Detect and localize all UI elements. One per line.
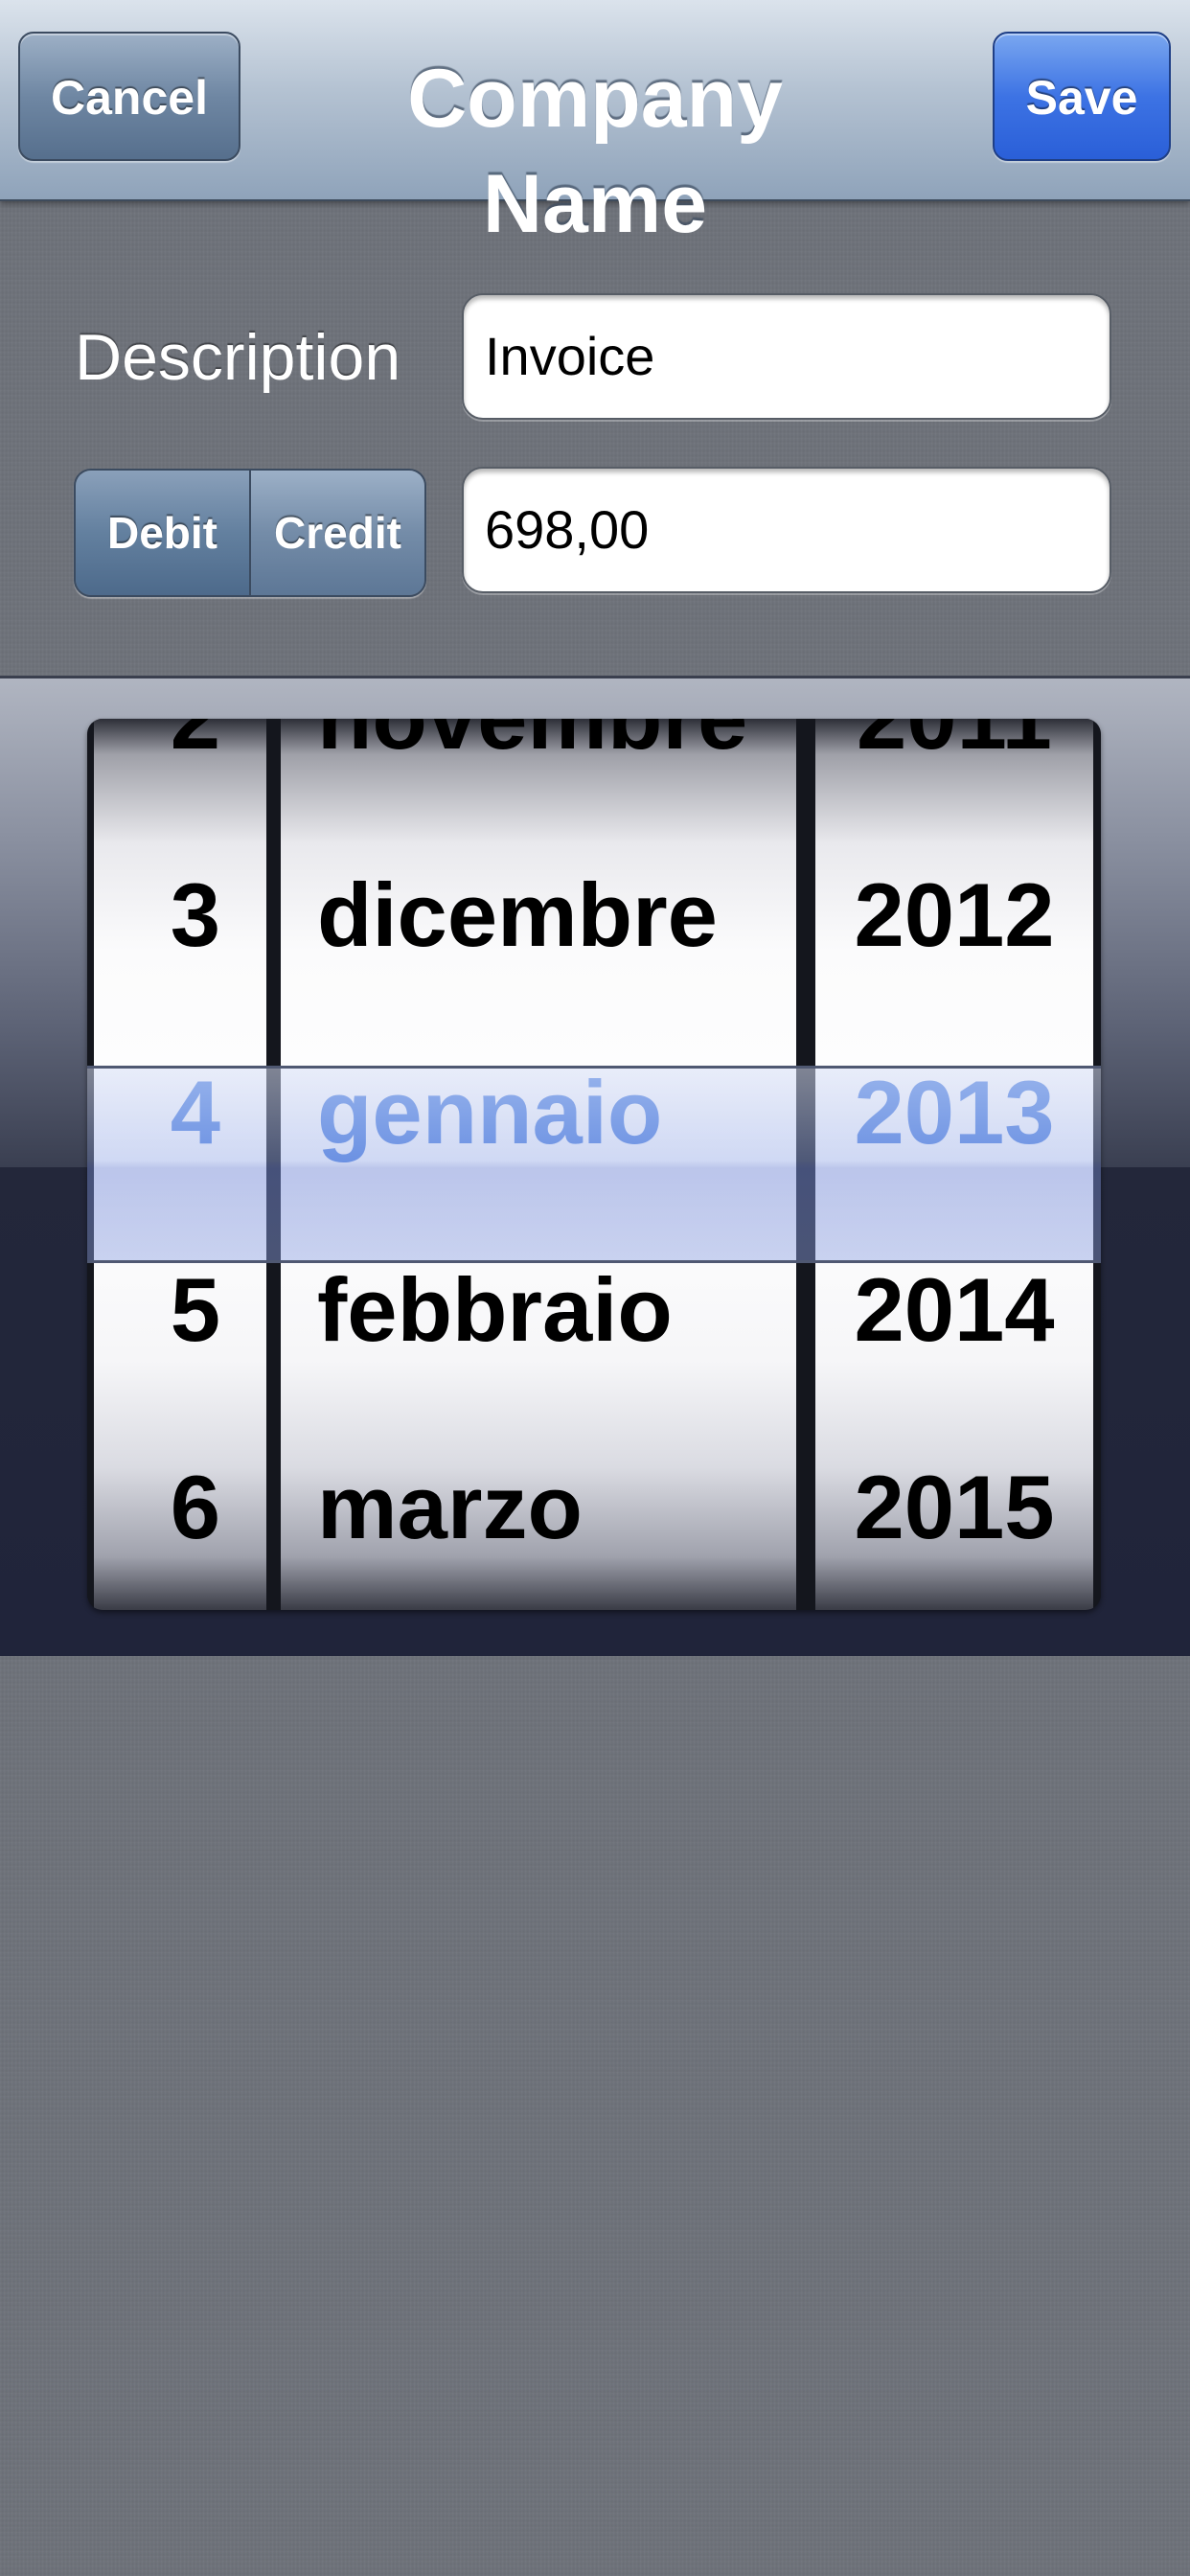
debit-credit-segmented-control: Debit Credit (74, 469, 426, 597)
cancel-button[interactable]: Cancel (18, 32, 240, 161)
page-title: Company Name (407, 53, 783, 250)
day-option-selected[interactable]: 4 (94, 1014, 266, 1211)
month-option[interactable]: dicembre (281, 816, 796, 1014)
day-option[interactable]: 5 (94, 1211, 266, 1409)
year-option-selected[interactable]: 2013 (815, 1014, 1093, 1211)
description-label: Description (75, 321, 401, 394)
year-wheel[interactable]: 2011 2012 2013 2014 2015 (815, 719, 1093, 1610)
year-option[interactable]: 2014 (815, 1211, 1093, 1409)
month-option[interactable]: febbraio (281, 1211, 796, 1409)
day-wheel[interactable]: 2 3 4 5 6 (94, 719, 266, 1610)
month-option[interactable]: marzo (281, 1409, 796, 1606)
navigation-bar: Cancel Company Name Save (0, 0, 1190, 250)
description-field[interactable]: Invoice (462, 293, 1111, 420)
month-option-selected[interactable]: gennaio (281, 1014, 796, 1211)
year-option[interactable]: 2011 (815, 719, 1093, 816)
year-option[interactable]: 2012 (815, 816, 1093, 1014)
month-wheel[interactable]: novembre dicembre gennaio febbraio marzo (281, 719, 796, 1610)
day-option[interactable]: 3 (94, 816, 266, 1014)
month-option[interactable]: novembre (281, 719, 796, 816)
segment-debit[interactable]: Debit (76, 471, 251, 595)
save-button[interactable]: Save (993, 32, 1171, 161)
date-picker: 2 3 4 5 6 novembre dicembre gennaio febb… (87, 719, 1101, 1610)
segment-credit[interactable]: Credit (251, 471, 424, 595)
day-option[interactable]: 2 (94, 719, 266, 816)
year-option[interactable]: 2015 (815, 1409, 1093, 1606)
day-option[interactable]: 6 (94, 1409, 266, 1606)
amount-field[interactable]: 698,00 (462, 467, 1111, 593)
